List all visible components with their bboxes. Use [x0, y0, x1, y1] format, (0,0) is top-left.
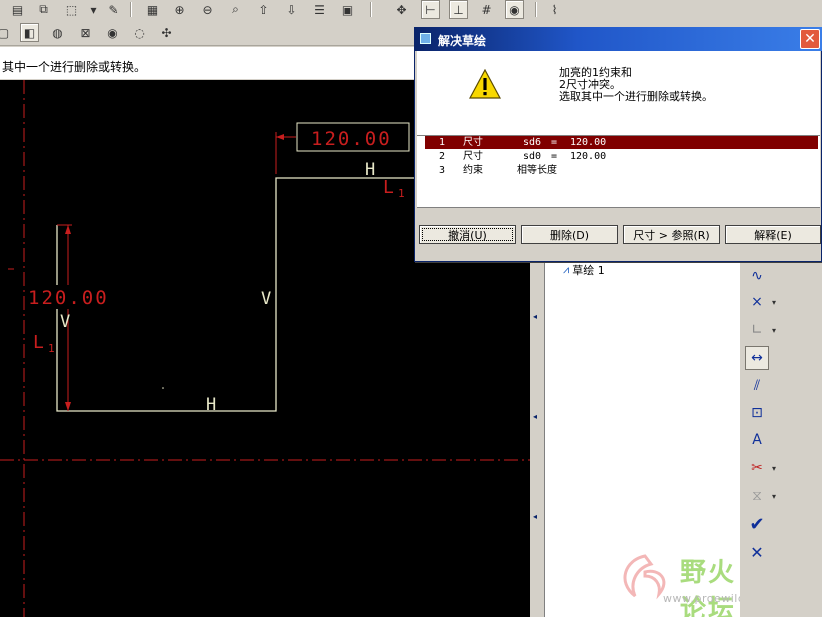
- dim-arrow-left-icon: [276, 134, 284, 140]
- chevron-down-icon[interactable]: ▾: [772, 298, 776, 307]
- main-toolbar: ▤ ⧉ ⬚ ▾ ✎ ▦ ⊕ ⊖ ⌕ ⇧ ⇩ ☰ ▣ ✥ ⊢ ⊥ # ◉ ⌇: [0, 0, 822, 20]
- constraint-display-icon[interactable]: ⊥: [449, 0, 468, 19]
- text-icon[interactable]: A: [745, 428, 769, 452]
- coordinate-system-icon[interactable]: ∟: [745, 318, 769, 342]
- select-box-icon[interactable]: ⬚: [62, 0, 81, 19]
- list-item[interactable]: 3 约束 相等长度: [425, 164, 818, 177]
- constraint-vertical-right[interactable]: V: [261, 289, 271, 309]
- warning-icon: [469, 69, 501, 99]
- eye-off-icon[interactable]: ◌: [130, 23, 149, 42]
- spin-center-icon[interactable]: ✣: [157, 23, 176, 42]
- chevron-left-icon[interactable]: ◂: [533, 512, 537, 521]
- analysis-icon[interactable]: ⌇: [545, 0, 564, 19]
- dialog-title: 解决草绘: [438, 34, 487, 48]
- prompt-message: 其中一个进行删除或转换。: [2, 60, 147, 74]
- dimension-icon[interactable]: ↔: [745, 346, 769, 370]
- vertical-dim-value[interactable]: 120.00: [28, 287, 109, 309]
- sketch-point: [162, 387, 164, 389]
- dim-arrow-up-icon: [65, 225, 71, 234]
- chevron-down-icon[interactable]: ▾: [772, 326, 776, 335]
- watermark-text: 野火论坛: [680, 558, 737, 617]
- constraint-horizontal-bottom[interactable]: H: [206, 395, 216, 415]
- point-icon[interactable]: ×: [745, 290, 769, 314]
- constraint-equal-top-sub: 1: [398, 187, 405, 200]
- refit-icon[interactable]: ⌕: [226, 0, 245, 19]
- dim-arrow-down-icon: [65, 402, 71, 411]
- undo-button[interactable]: 撤消(U): [419, 225, 516, 244]
- wireframe-icon[interactable]: ▢: [0, 23, 13, 42]
- explain-button[interactable]: 解释(E): [725, 225, 821, 244]
- horizontal-dim-value[interactable]: 120.00: [311, 128, 392, 150]
- dialog-app-icon: [420, 33, 431, 44]
- constraint-equal-left-sub: 1: [48, 342, 55, 355]
- delete-button[interactable]: 删除(D): [521, 225, 618, 244]
- modify-icon[interactable]: ⫽: [745, 374, 769, 398]
- zoom-in-icon[interactable]: ⊕: [170, 0, 189, 19]
- message-line-3: 选取其中一个进行删除或转换。: [559, 90, 713, 103]
- tree-item-sketch[interactable]: ⩘ 草绘 1: [563, 262, 605, 278]
- list-item[interactable]: 2 尺寸 sd0 = 120.00: [425, 150, 818, 163]
- sketcher-toolbar: ∿ × ▾ ∟ ▾ ↔ ⫽ ⊡ A ✂ ▾ ⧖ ▾ ✔ ✕: [740, 262, 822, 617]
- chevron-down-icon[interactable]: ▾: [772, 464, 776, 473]
- constraint-horizontal-top[interactable]: H: [365, 160, 375, 180]
- chevron-left-icon[interactable]: ◂: [533, 312, 537, 321]
- mirror-icon[interactable]: ⧖: [745, 484, 769, 508]
- chevron-down-icon[interactable]: ▾: [84, 0, 103, 19]
- spline-icon[interactable]: ∿: [745, 264, 769, 288]
- list-item[interactable]: 1 尺寸 sd6 = 120.00: [425, 136, 818, 149]
- check-icon[interactable]: ✔: [745, 512, 769, 536]
- sketch-feature-icon: ⩘: [563, 263, 570, 276]
- constraint-equal-top[interactable]: L: [383, 177, 394, 198]
- dialog-message: 加亮的1约束和 2尺寸冲突。 选取其中一个进行删除或转换。: [559, 67, 713, 103]
- zoom-out-icon[interactable]: ⊖: [198, 0, 217, 19]
- datum-display-icon[interactable]: ✥: [392, 0, 411, 19]
- saved-views-icon[interactable]: ⇩: [282, 0, 301, 19]
- panel-sash[interactable]: ◂ ◂ ◂: [530, 262, 544, 617]
- shading-icon[interactable]: ◧: [20, 23, 39, 42]
- dim-display-icon[interactable]: ⊢: [421, 0, 440, 19]
- conflict-list[interactable]: 1 尺寸 sd6 = 120.00 2 尺寸 sd0 = 120.00 3 约束…: [417, 135, 820, 208]
- eye-icon[interactable]: ◉: [103, 23, 122, 42]
- cancel-icon[interactable]: ✕: [745, 540, 769, 564]
- appearance-icon[interactable]: ◍: [48, 23, 67, 42]
- vertex-display-icon[interactable]: ◉: [505, 0, 524, 19]
- tree-item-label: 草绘 1: [572, 264, 605, 277]
- pen-icon[interactable]: ✎: [104, 0, 123, 19]
- chevron-down-icon[interactable]: ▾: [772, 492, 776, 501]
- dim-to-reference-button[interactable]: 尺寸 > 参照(R): [623, 225, 720, 244]
- model-tree: ⩘ 草绘 1 野火论坛 www.proewildfire.cn: [544, 262, 783, 617]
- paste-icon[interactable]: ▤: [8, 0, 27, 19]
- copy-icon[interactable]: ⧉: [34, 0, 53, 19]
- dialog-titlebar[interactable]: 解决草绘 ✕: [415, 27, 822, 51]
- grid-display-icon[interactable]: #: [477, 0, 496, 19]
- constraint-vertical-left[interactable]: V: [60, 312, 70, 332]
- layers-icon[interactable]: ☰: [310, 0, 329, 19]
- constraint-equal-left[interactable]: L: [33, 332, 44, 353]
- trim-icon[interactable]: ✂: [745, 456, 769, 480]
- constrain-icon[interactable]: ⊡: [745, 401, 769, 425]
- hidden-line-icon[interactable]: ⊠: [76, 23, 95, 42]
- close-icon[interactable]: ✕: [800, 29, 820, 49]
- view-manager-icon[interactable]: ▣: [338, 0, 357, 19]
- resolve-sketch-dialog: 解决草绘 ✕ 加亮的1约束和 2尺寸冲突。 选取其中一个进行删除或转换。 1 尺…: [414, 27, 822, 262]
- chevron-left-icon[interactable]: ◂: [533, 412, 537, 421]
- repaint-icon[interactable]: ▦: [143, 0, 162, 19]
- dialog-message-area: 加亮的1约束和 2尺寸冲突。 选取其中一个进行删除或转换。: [417, 51, 820, 135]
- orient-icon[interactable]: ⇧: [254, 0, 273, 19]
